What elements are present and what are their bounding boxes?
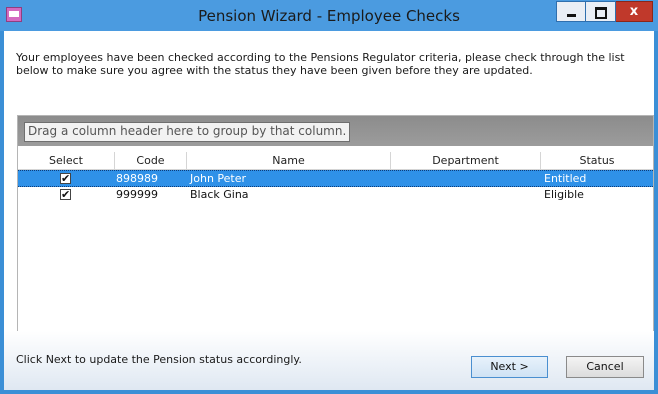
title-bar[interactable]: Pension Wizard - Employee Checks x — [0, 0, 658, 31]
minimize-button[interactable] — [556, 1, 586, 22]
dialog-body: Your employees have been checked accordi… — [4, 31, 654, 390]
code-cell: 999999 — [116, 188, 158, 201]
close-button[interactable]: x — [616, 1, 653, 22]
name-cell: John Peter — [190, 172, 247, 185]
select-checkbox[interactable]: ✔ — [60, 173, 71, 184]
column-header-code[interactable]: Code — [115, 152, 187, 169]
status-cell: Entitled — [544, 172, 587, 185]
code-cell: 898989 — [116, 172, 158, 185]
dialog-footer: Click Next to update the Pension status … — [4, 331, 654, 390]
maximize-button[interactable] — [586, 1, 616, 22]
intro-text: Your employees have been checked accordi… — [16, 51, 625, 77]
group-by-prompt: Drag a column header here to group by th… — [24, 122, 351, 142]
select-checkbox[interactable]: ✔ — [60, 189, 71, 200]
table-row[interactable]: ✔ 999999 Black Gina Eligible — [18, 187, 653, 204]
column-header-status[interactable]: Status — [541, 152, 653, 169]
status-cell: Eligible — [544, 188, 584, 201]
name-cell: Black Gina — [190, 188, 249, 201]
column-header-select[interactable]: Select — [18, 152, 115, 169]
pension-wizard-window: Pension Wizard - Employee Checks x Your … — [0, 0, 658, 394]
column-header-name[interactable]: Name — [187, 152, 391, 169]
next-button[interactable]: Next > — [471, 356, 548, 378]
footer-message: Click Next to update the Pension status … — [16, 353, 302, 366]
table-row[interactable]: ✔ 898989 John Peter Entitled — [18, 170, 653, 187]
column-header-department[interactable]: Department — [391, 152, 541, 169]
group-by-panel[interactable]: Drag a column header here to group by th… — [18, 116, 653, 146]
grid-header-row: Select Code Name Department Status — [18, 152, 653, 170]
cancel-button[interactable]: Cancel — [566, 356, 644, 378]
employee-grid: Drag a column header here to group by th… — [17, 115, 654, 333]
